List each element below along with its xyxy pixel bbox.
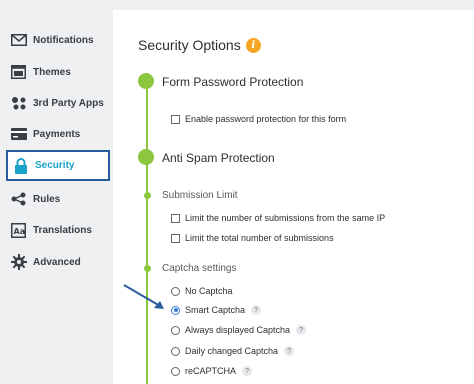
radio-button[interactable]: [171, 325, 180, 335]
sidebar-item-rules[interactable]: Rules: [6, 184, 110, 214]
window-icon: [10, 64, 27, 81]
sidebar-item-security[interactable]: Security: [6, 150, 110, 181]
timeline-line: [146, 82, 148, 384]
sidebar-item-label: Themes: [33, 66, 71, 78]
sidebar-item-payments[interactable]: Payments: [6, 119, 110, 149]
checkbox[interactable]: [171, 114, 180, 124]
option-limit-total[interactable]: Limit the total number of submissions: [171, 233, 334, 243]
sidebar-item-notifications[interactable]: Notifications: [6, 25, 110, 55]
option-label: Limit the total number of submissions: [185, 233, 334, 243]
radio-button[interactable]: [171, 286, 180, 296]
envelope-icon: [10, 32, 27, 49]
radio-smart-captcha[interactable]: Smart Captcha ?: [171, 305, 262, 315]
sidebar-item-themes[interactable]: Themes: [6, 57, 110, 87]
radio-button[interactable]: [171, 305, 180, 315]
sidebar-item-label: Notifications: [33, 34, 94, 46]
option-label: No Captcha: [185, 286, 233, 296]
sidebar-item-label: Translations: [33, 224, 92, 236]
sidebar: Notifications Themes 3rd Party Apps Paym…: [0, 0, 112, 384]
checkbox[interactable]: [171, 233, 180, 243]
sidebar-item-advanced[interactable]: Advanced: [6, 247, 110, 277]
annotation-arrow-icon: [123, 284, 164, 309]
option-label: Limit the number of submissions from the…: [185, 213, 386, 223]
option-label: reCAPTCHA: [185, 366, 237, 376]
checkbox[interactable]: [171, 213, 180, 223]
help-icon[interactable]: ?: [251, 305, 262, 315]
subsection-dot: [143, 192, 151, 199]
subsection-title-captcha: Captcha settings: [162, 263, 237, 274]
help-icon[interactable]: ?: [296, 325, 307, 335]
sidebar-item-3rd-party-apps[interactable]: 3rd Party Apps: [6, 88, 110, 118]
section-title-form-password: Form Password Protection: [162, 75, 304, 89]
page-header: Security Options i: [138, 37, 261, 53]
section-dot: [138, 73, 154, 89]
option-label: Enable password protection for this form: [185, 114, 347, 124]
option-limit-ip[interactable]: Limit the number of submissions from the…: [171, 213, 385, 223]
lock-icon: [12, 157, 29, 174]
sidebar-item-label: Advanced: [33, 256, 81, 268]
subsection-title-submission-limit: Submission Limit: [162, 190, 238, 201]
sidebar-item-label: 3rd Party Apps: [33, 97, 104, 109]
sidebar-item-label: Rules: [33, 193, 61, 205]
page-title: Security Options: [138, 37, 241, 53]
sidebar-item-label: Payments: [33, 128, 81, 140]
sidebar-item-translations[interactable]: Aa Translations: [6, 215, 110, 245]
radio-daily-captcha[interactable]: Daily changed Captcha ?: [171, 346, 295, 356]
option-label: Always displayed Captcha: [185, 325, 291, 335]
help-icon[interactable]: ?: [242, 366, 253, 376]
gear-icon: [10, 254, 27, 271]
radio-no-captcha[interactable]: No Captcha: [171, 286, 233, 296]
svg-text:Aa: Aa: [14, 227, 26, 236]
security-options-panel: Security Options i Form Password Protect…: [113, 10, 474, 384]
section-title-anti-spam: Anti Spam Protection: [162, 151, 275, 165]
section-dot: [138, 149, 154, 165]
radio-button[interactable]: [171, 346, 180, 356]
radio-recaptcha[interactable]: reCAPTCHA ?: [171, 366, 253, 376]
rules-icon: [10, 191, 27, 208]
translate-icon: Aa: [10, 222, 27, 239]
radio-always-captcha[interactable]: Always displayed Captcha ?: [171, 325, 307, 335]
option-enable-password[interactable]: Enable password protection for this form: [171, 114, 346, 124]
card-icon: [10, 126, 27, 143]
radio-button[interactable]: [171, 366, 180, 376]
option-label: Smart Captcha: [185, 305, 246, 315]
sidebar-item-label: Security: [35, 160, 75, 171]
help-icon[interactable]: ?: [284, 346, 295, 356]
info-icon[interactable]: i: [245, 37, 261, 53]
apps-icon: [10, 95, 27, 112]
subsection-dot: [143, 265, 151, 272]
option-label: Daily changed Captcha: [185, 346, 279, 356]
